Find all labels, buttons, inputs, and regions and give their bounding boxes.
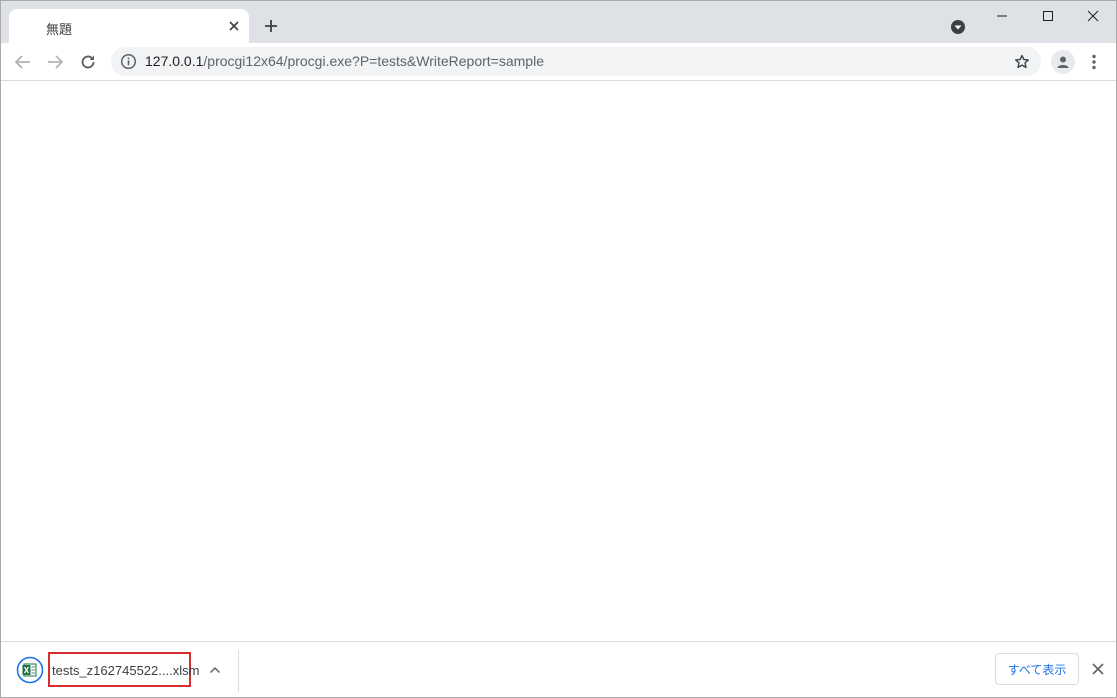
url-text[interactable]: 127.0.0.1/procgi12x64/procgi.exe?P=tests… (145, 53, 544, 69)
maximize-icon[interactable] (1025, 1, 1071, 31)
browser-window: 無題 127.0.0.1/procgi12x64/procgi.exe?P=te… (0, 0, 1117, 698)
download-shelf: tests_z162745522....xlsm すべて表示 (1, 641, 1116, 697)
back-arrow-icon[interactable] (9, 48, 37, 76)
info-icon[interactable] (120, 53, 137, 70)
url-path: /procgi12x64/procgi.exe?P=tests&WriteRep… (203, 53, 544, 69)
filename-highlight: tests_z162745522....xlsm (48, 652, 199, 687)
bookmark-star-icon[interactable] (1012, 52, 1032, 72)
minimize-icon[interactable] (979, 1, 1025, 31)
tab-search-icon[interactable] (947, 16, 969, 38)
window-close-icon[interactable] (1070, 1, 1116, 31)
url-host: 127.0.0.1 (145, 53, 204, 69)
reload-icon[interactable] (74, 48, 102, 76)
page-content (1, 81, 1116, 641)
excel-file-icon (16, 656, 44, 684)
forward-arrow-icon[interactable] (41, 48, 69, 76)
download-filename: tests_z162745522....xlsm (52, 663, 200, 678)
chevron-up-icon[interactable] (206, 661, 224, 679)
show-all-button[interactable]: すべて表示 (995, 653, 1079, 685)
toolbar: 127.0.0.1/procgi12x64/procgi.exe?P=tests… (1, 43, 1116, 81)
tab-strip: 無題 (1, 1, 1116, 43)
shelf-close-icon[interactable] (1089, 660, 1107, 678)
new-tab-icon[interactable] (259, 14, 283, 38)
download-item[interactable]: tests_z162745522....xlsm (13, 652, 237, 690)
shelf-divider (238, 650, 239, 692)
tab-close-icon[interactable] (225, 17, 243, 35)
address-bar[interactable]: 127.0.0.1/procgi12x64/procgi.exe?P=tests… (111, 47, 1041, 76)
tab-active[interactable]: 無題 (9, 9, 249, 43)
profile-avatar-icon[interactable] (1051, 50, 1075, 74)
kebab-menu-icon[interactable] (1084, 50, 1104, 74)
tab-title: 無題 (46, 23, 73, 38)
